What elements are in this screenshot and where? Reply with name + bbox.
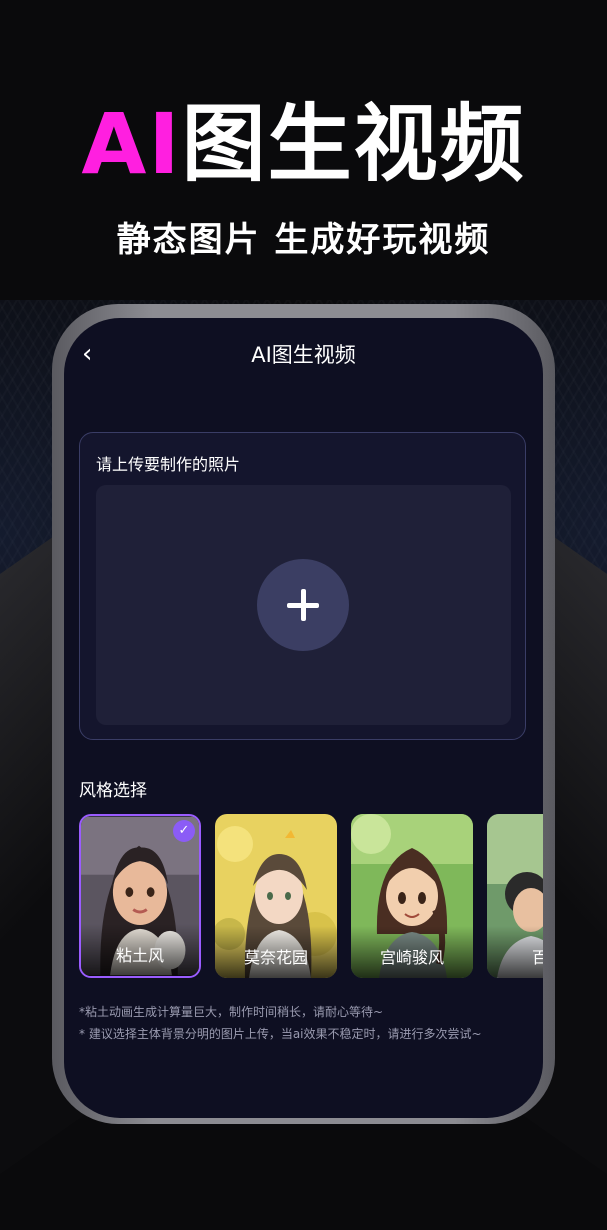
upload-label: 请上传要制作的照片 [96,455,241,474]
style-card-label: 莫奈花园 [243,948,308,967]
style-card-baibian[interactable]: 百变 [487,814,543,978]
check-icon: ✓ [173,820,195,842]
hero-title-rest: 图生视频 [181,95,526,193]
note-line-1: *粘土动画生成计算量巨大，制作时间稍长，请耐心等待~ [79,1005,384,1019]
plus-icon[interactable] [257,559,349,651]
phone-screen: ‹ AI图生视频 请上传要制作的照片 风格选择 ✓ 粘土风 莫奈花园 宫崎骏风 … [64,318,543,1118]
upload-area[interactable] [96,485,511,725]
style-card-label: 百变 [531,948,543,967]
style-section-title: 风格选择 [79,781,147,801]
note-line-2: * 建议选择主体背景分明的图片上传，当ai效果不稳定时，请进行多次尝试~ [79,1027,482,1041]
upload-card: 请上传要制作的照片 [79,432,526,740]
style-card-label: 粘土风 [115,946,164,965]
style-card-monet[interactable]: 莫奈花园 [215,814,337,978]
page-title: AI图生视频 [251,343,356,367]
hero-subtitle: 静态图片 生成好玩视频 [116,220,491,260]
style-carousel[interactable]: ✓ 粘土风 莫奈花园 宫崎骏风 百 [79,814,543,980]
style-card-label: 宫崎骏风 [379,948,444,967]
style-card-miyazaki[interactable]: 宫崎骏风 [351,814,473,978]
hero-title: AI图生视频 [0,96,607,192]
style-card-clay[interactable]: ✓ 粘土风 [79,814,201,978]
hero-title-ai: AI [81,95,182,193]
